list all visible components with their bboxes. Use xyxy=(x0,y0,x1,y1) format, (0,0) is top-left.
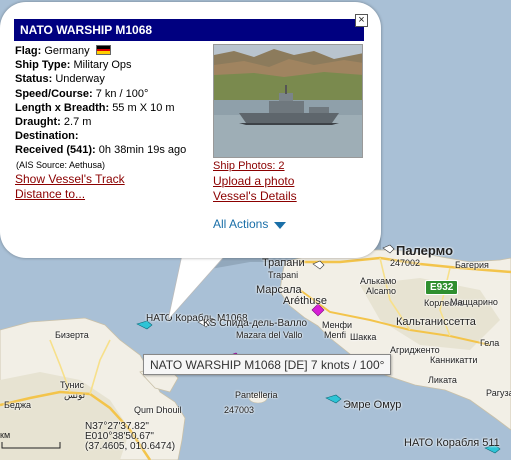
status-value: Underway xyxy=(55,73,105,86)
city-label-tunis-ar: تونس xyxy=(64,390,86,400)
popup-title: NATO WARSHIP M1068 xyxy=(14,19,364,41)
speed-label: Speed/Course: xyxy=(15,87,93,100)
photo-links: Ship Photos: 2 Upload a photo Vessel's D… xyxy=(213,159,297,204)
city-label-tunis-ru: Тунис xyxy=(60,380,84,390)
city-label-agrigento: Агридженто xyxy=(390,345,440,355)
island-label-pantelleria: Pantelleria xyxy=(235,390,278,400)
city-label-alcamo: Alcamo xyxy=(366,286,397,296)
city-label-licata: Ликата xyxy=(428,375,457,385)
row-speed: Speed/Course: 7 kn / 100° xyxy=(15,87,186,101)
ship-type-label: Ship Type: xyxy=(15,59,71,72)
triangle-down-icon xyxy=(273,222,286,229)
draught-value: 2.7 m xyxy=(63,116,92,129)
flag-label: Flag: xyxy=(15,45,42,57)
city-label-alkamo: Алькамо xyxy=(360,276,397,286)
all-actions-label: All Actions xyxy=(213,217,269,231)
city-label-trapani-ru: Трапани xyxy=(262,257,305,269)
close-icon[interactable]: × xyxy=(355,14,368,27)
city-label-bagheria: Багерия xyxy=(455,260,489,270)
city-label-mazara: Mazara del Vallo xyxy=(236,330,303,340)
upload-photo-link[interactable]: Upload a photo xyxy=(213,174,297,189)
row-received: Received (541): 0h 38min 19s ago xyxy=(15,143,186,157)
row-destination: Destination: xyxy=(15,129,186,143)
row-flag: Flag: Germany xyxy=(15,44,186,58)
row-status: Status: Underway xyxy=(15,72,186,86)
vessel-photo[interactable] xyxy=(213,44,363,158)
city-label-trapani: Trapani xyxy=(268,270,299,280)
cursor-coordinates: N37°27'37.82" E010°38'50.67" (37.4605, 0… xyxy=(85,422,175,452)
vessel-label-emre-omur: Эмре Омур xyxy=(343,399,402,411)
show-vessel-track-link[interactable]: Show Vessel's Track xyxy=(15,172,186,187)
scale-label: км xyxy=(0,430,11,440)
warship-photo-image xyxy=(214,45,362,157)
row-dimensions: Length x Breadth: 55 m X 10 m xyxy=(15,101,186,115)
dimensions-value: 55 m X 10 m xyxy=(112,101,175,114)
coords-decimal: (37.4605, 010.6474) xyxy=(85,441,176,452)
destination-label: Destination: xyxy=(15,130,79,143)
ais-source-note: (AIS Source: Aethusa) xyxy=(16,159,106,170)
vessel-details: Flag: Germany Ship Type: Military Ops St… xyxy=(15,44,186,202)
city-label-caltanissetta: Кальтаниссетта xyxy=(396,316,476,328)
city-label-sciacca: Шакка xyxy=(350,332,377,342)
city-label-palermo: Палермо xyxy=(396,243,454,258)
draught-label: Draught: xyxy=(15,116,61,129)
dimensions-label: Length x Breadth: xyxy=(15,101,110,114)
received-value: 0h 38min 19s ago xyxy=(98,144,187,157)
vessel-id-pantelleria: 247003 xyxy=(224,405,255,415)
city-label-mazzarino: Маццарино xyxy=(450,297,498,307)
ship-type-value: Military Ops xyxy=(73,59,132,72)
city-label-menfi: Menfi xyxy=(324,330,347,340)
city-label-gela: Гела xyxy=(480,338,500,348)
status-label: Status: xyxy=(15,73,53,86)
vessel-info-popup: NATO WARSHIP M1068 × Flag: Germany Ship … xyxy=(0,2,381,258)
speed-value: 7 kn / 100° xyxy=(95,87,149,100)
city-label-ragusa: Рагуза xyxy=(486,388,511,398)
city-label-bizerte: Бизерта xyxy=(55,330,89,340)
vessel-label-ks: KS Спида-дель-Валло xyxy=(203,318,308,329)
vessel-hover-tooltip: NATO WARSHIP M1068 [DE] 7 knots / 100° xyxy=(143,354,392,375)
vessel-label-arethuse: Aréthuse xyxy=(283,295,328,307)
row-ship-type: Ship Type: Military Ops xyxy=(15,58,186,72)
city-label-beja: Беджа xyxy=(4,400,31,410)
all-actions-dropdown[interactable]: All Actions xyxy=(213,217,286,231)
city-label-canicatti: Канникатти xyxy=(430,355,478,365)
vessel-label-nato-511: НАТО Корабля 511 xyxy=(404,437,500,449)
city-label-qum-dhouil: Qum Dhouil xyxy=(134,405,182,415)
road-badge-e932: E932 xyxy=(425,280,459,295)
germany-flag-icon xyxy=(95,45,111,55)
received-label: Received (541): xyxy=(15,144,96,157)
row-draught: Draught: 2.7 m xyxy=(15,115,186,129)
distance-to-link[interactable]: Distance to... xyxy=(15,187,186,202)
vessel-id-palermo: 247002 xyxy=(390,258,421,268)
ship-photos-link[interactable]: Ship Photos: 2 xyxy=(213,159,297,174)
flag-value: Germany xyxy=(44,45,90,57)
city-label-menfi-ru: Менфи xyxy=(322,320,353,330)
vessel-details-link[interactable]: Vessel's Details xyxy=(213,189,297,204)
